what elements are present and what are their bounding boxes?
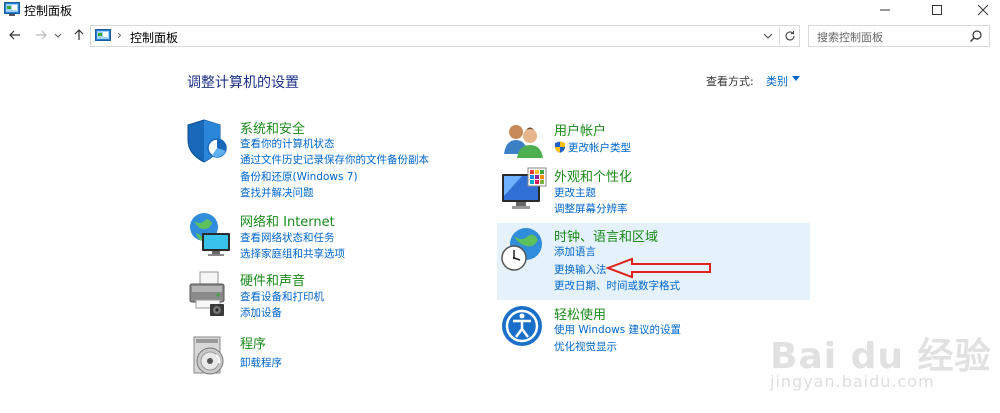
- back-button[interactable]: [6, 26, 24, 44]
- search-input[interactable]: [817, 27, 967, 48]
- control-panel-icon: [95, 29, 111, 41]
- printer-icon[interactable]: [186, 270, 234, 318]
- refresh-button[interactable]: [780, 25, 800, 47]
- link-troubleshoot[interactable]: 查找并解决问题: [240, 185, 314, 200]
- back-arrow-icon: [9, 30, 20, 40]
- category-user-accounts: 用户帐户 更改帐户类型: [500, 120, 800, 160]
- navigation-bar: › 控制面板: [0, 24, 1000, 48]
- refresh-icon: [784, 31, 795, 41]
- view-by-dropdown[interactable]: 类别: [766, 73, 788, 89]
- up-button[interactable]: [70, 26, 88, 44]
- maximize-icon: [932, 5, 942, 15]
- window-title: 控制面板: [24, 4, 73, 18]
- category-appearance-personalization: 外观和个性化 更改主题 调整屏幕分辨率: [500, 166, 800, 218]
- forward-button[interactable]: [32, 26, 50, 44]
- chevron-down-icon[interactable]: [761, 29, 775, 43]
- title-bar: 控制面板: [0, 0, 1000, 20]
- network-globe-icon[interactable]: [186, 211, 234, 259]
- category-ease-of-access: 轻松使用 使用 Windows 建议的设置 优化视觉显示: [500, 304, 800, 356]
- uac-shield-icon: [555, 141, 565, 153]
- link-label[interactable]: 更改帐户类型: [568, 142, 631, 154]
- programs-disc-icon[interactable]: [186, 333, 234, 381]
- forward-arrow-icon: [36, 30, 47, 40]
- link-use-recommended-settings[interactable]: 使用 Windows 建议的设置: [554, 322, 681, 337]
- ease-of-access-icon[interactable]: [500, 304, 548, 352]
- search-box[interactable]: [808, 25, 990, 48]
- close-icon: [977, 4, 989, 16]
- chevron-down-icon[interactable]: [792, 76, 800, 82]
- users-icon[interactable]: [500, 120, 548, 168]
- maximize-button[interactable]: [914, 0, 960, 20]
- link-change-account-type[interactable]: 更改帐户类型: [554, 140, 631, 155]
- link-file-history-backup[interactable]: 通过文件历史记录保存你的文件备份副本: [240, 152, 429, 167]
- annotation-arrow-icon: [606, 257, 711, 279]
- minimize-icon: [880, 9, 890, 11]
- chevron-down-icon: [54, 33, 62, 38]
- recent-locations-button[interactable]: [52, 26, 64, 44]
- category-title[interactable]: 系统和安全: [240, 118, 305, 137]
- page-title: 调整计算机的设置: [187, 75, 299, 91]
- up-arrow-icon: [74, 29, 84, 40]
- monitor-icon[interactable]: [500, 166, 548, 214]
- category-hardware-sound: 硬件和声音 查看设备和打印机 添加设备: [186, 270, 486, 322]
- shield-icon[interactable]: [186, 118, 234, 166]
- link-network-status[interactable]: 查看网络状态和任务: [240, 230, 335, 245]
- breadcrumb-separator[interactable]: ›: [117, 28, 122, 42]
- minimize-button[interactable]: [862, 0, 908, 20]
- category-programs: 程序 卸载程序: [186, 333, 486, 375]
- close-button[interactable]: [960, 0, 1000, 20]
- control-panel-icon: [4, 2, 20, 16]
- link-devices-printers[interactable]: 查看设备和打印机: [240, 289, 324, 304]
- view-by-label: 查看方式:: [706, 75, 754, 88]
- category-title[interactable]: 轻松使用: [554, 304, 606, 323]
- category-title[interactable]: 用户帐户: [554, 120, 606, 139]
- watermark-url: jingyan.baidu.com: [770, 372, 935, 391]
- search-icon[interactable]: [969, 29, 983, 43]
- category-title[interactable]: 外观和个性化: [554, 166, 632, 185]
- clock-globe-icon[interactable]: [500, 226, 548, 274]
- category-network-internet: 网络和 Internet 查看网络状态和任务 选择家庭组和共享选项: [186, 211, 486, 263]
- address-bar[interactable]: › 控制面板: [90, 25, 780, 47]
- category-title[interactable]: 时钟、语言和区域: [554, 226, 658, 245]
- link-adjust-resolution[interactable]: 调整屏幕分辨率: [554, 201, 628, 216]
- link-view-computer-status[interactable]: 查看你的计算机状态: [240, 136, 335, 151]
- link-change-date-time-format[interactable]: 更改日期、时间或数字格式: [554, 278, 680, 293]
- link-uninstall-program[interactable]: 卸载程序: [240, 355, 282, 370]
- breadcrumb[interactable]: 控制面板: [130, 29, 178, 46]
- category-title[interactable]: 硬件和声音: [240, 270, 305, 289]
- link-homegroup-sharing[interactable]: 选择家庭组和共享选项: [240, 246, 345, 261]
- link-backup-restore[interactable]: 备份和还原(Windows 7): [240, 169, 358, 184]
- link-change-theme[interactable]: 更改主题: [554, 185, 596, 200]
- link-optimize-visual-display[interactable]: 优化视觉显示: [554, 339, 617, 354]
- link-add-device[interactable]: 添加设备: [240, 305, 282, 320]
- category-title[interactable]: 程序: [240, 333, 266, 352]
- link-add-language[interactable]: 添加语言: [554, 244, 596, 259]
- link-change-input-method[interactable]: 更换输入法: [554, 262, 607, 277]
- category-system-security: 系统和安全 查看你的计算机状态 通过文件历史记录保存你的文件备份副本 备份和还原…: [186, 118, 486, 202]
- category-title[interactable]: 网络和 Internet: [240, 211, 335, 230]
